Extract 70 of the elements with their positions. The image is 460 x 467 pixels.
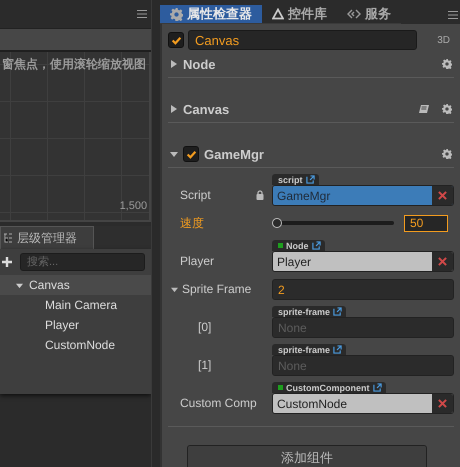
tree-item[interactable]: Player: [0, 315, 152, 335]
slider-thumb[interactable]: [272, 218, 282, 228]
clear-button[interactable]: [432, 252, 453, 271]
external-link-icon[interactable]: [306, 175, 315, 184]
triangle-icon: [272, 8, 284, 20]
node-name-field[interactable]: Canvas: [188, 30, 417, 50]
property-label: [1]: [198, 358, 212, 372]
clear-button[interactable]: [432, 186, 453, 205]
property-label: 速度: [180, 214, 204, 232]
checkbox[interactable]: [168, 32, 184, 48]
settings-icon[interactable]: [442, 149, 452, 159]
type-label: CustomComponent: [286, 382, 370, 392]
external-link-icon[interactable]: [372, 383, 382, 392]
settings-icon[interactable]: [442, 104, 452, 114]
caret-icon[interactable]: [170, 60, 178, 68]
reference-field[interactable]: GameMgr: [272, 185, 454, 206]
search-field[interactable]: 搜索...: [20, 253, 146, 271]
caret-icon[interactable]: [170, 150, 178, 158]
axis-label: 1,500: [120, 200, 148, 212]
external-link-icon[interactable]: [333, 345, 342, 354]
close-icon: [438, 257, 447, 266]
close-icon: [438, 191, 447, 200]
property-label: Player: [180, 254, 214, 268]
external-link-icon[interactable]: [333, 307, 342, 316]
panel-tab[interactable]: 属性检查器: [160, 5, 262, 24]
reference-field[interactable]: CustomNode: [272, 393, 454, 414]
type-label: sprite-frame: [278, 306, 330, 316]
field-value: GameMgr: [276, 188, 332, 204]
tree-item[interactable]: Main Camera: [0, 295, 152, 315]
checkbox[interactable]: [183, 146, 199, 162]
settings-icon[interactable]: [442, 59, 452, 69]
check-icon: [170, 34, 182, 46]
component-title[interactable]: Canvas: [183, 102, 414, 116]
service-icon: [347, 9, 361, 19]
field-value: CustomNode: [276, 396, 348, 412]
tree-item[interactable]: CustomNode: [0, 335, 152, 355]
property-label: [0]: [198, 320, 212, 334]
tab-label: 层级管理器: [17, 230, 77, 246]
type-label: Node: [286, 240, 308, 250]
reference-field[interactable]: Player: [272, 251, 454, 272]
hierarchy-tab[interactable]: 层级管理器: [0, 226, 94, 249]
caret-icon[interactable]: [170, 105, 178, 113]
type-label: sprite-frame: [278, 344, 330, 354]
book-icon[interactable]: [419, 104, 429, 114]
gear-icon: [170, 8, 183, 20]
slider[interactable]: [272, 218, 394, 228]
add-component-button[interactable]: 添加组件: [187, 445, 427, 467]
property-label: Sprite Frame: [182, 282, 252, 296]
tree-item[interactable]: Canvas: [0, 275, 152, 295]
tree-icon: [3, 233, 13, 243]
property-label: Custom Comp: [180, 396, 257, 410]
number-field[interactable]: 50: [404, 214, 448, 232]
scene-hint: 窗焦点，使用滚轮缩放视图: [2, 56, 146, 73]
menu-icon[interactable]: [137, 10, 148, 18]
array-size-field[interactable]: 2: [272, 279, 454, 300]
menu-icon[interactable]: [448, 10, 458, 18]
component-title[interactable]: GameMgr: [204, 146, 429, 162]
property-label: Script: [180, 188, 211, 202]
mode-toggle[interactable]: 3D: [433, 34, 454, 46]
scene-view[interactable]: 窗焦点，使用滚轮缩放视图 1,500: [0, 52, 152, 222]
caret-icon[interactable]: [16, 282, 23, 288]
close-icon: [438, 399, 447, 408]
clear-button[interactable]: [432, 394, 453, 413]
check-icon: [186, 148, 196, 160]
caret-icon[interactable]: [171, 286, 178, 292]
type-label: script: [278, 174, 303, 184]
field-value: Player: [276, 254, 312, 270]
add-icon[interactable]: [2, 257, 12, 267]
external-link-icon[interactable]: [312, 241, 320, 250]
component-title[interactable]: Node: [183, 56, 429, 72]
